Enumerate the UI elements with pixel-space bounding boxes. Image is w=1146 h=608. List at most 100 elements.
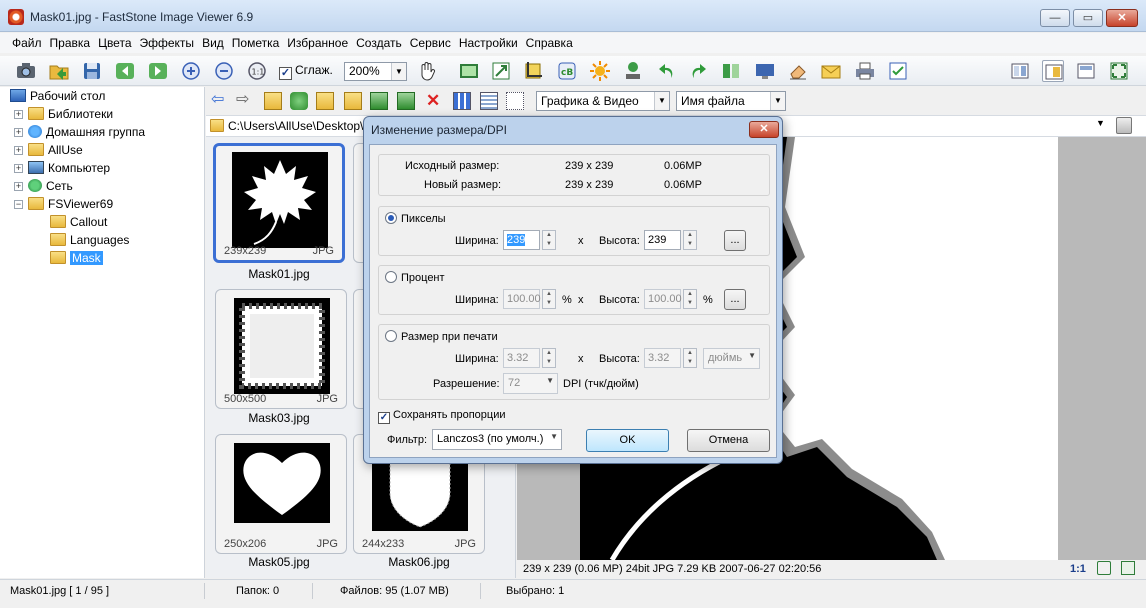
resize-icon[interactable]	[490, 60, 512, 82]
radio-unselected[interactable]	[385, 330, 397, 342]
tree-node-fsviewer69[interactable]: − FSViewer69	[14, 197, 113, 214]
menu-tag[interactable]: Пометка	[228, 33, 284, 50]
print-height-input[interactable]: 3.32	[644, 348, 681, 368]
brightness-icon[interactable]	[589, 60, 611, 82]
print-size-radio[interactable]: Размер при печати	[385, 330, 498, 343]
rotate-right-icon[interactable]	[688, 60, 710, 82]
percent-height-input[interactable]: 100.00	[644, 289, 682, 309]
fit-icon[interactable]	[1097, 561, 1111, 575]
menu-settings[interactable]: Настройки	[455, 33, 522, 50]
chevron-down-icon[interactable]: ▼	[391, 63, 406, 80]
expand-icon[interactable]: +	[14, 164, 23, 173]
expand-icon[interactable]: +	[14, 128, 23, 137]
radio-unselected[interactable]	[385, 271, 397, 283]
trash-icon[interactable]	[1116, 117, 1132, 134]
menu-file[interactable]: Файл	[0, 33, 46, 50]
rotate-left-icon[interactable]	[655, 60, 677, 82]
print-width-input[interactable]: 3.32	[503, 348, 540, 368]
next-icon[interactable]	[147, 60, 169, 82]
radio-selected[interactable]	[385, 212, 397, 224]
expand-icon[interactable]: +	[14, 182, 23, 191]
hand-tool-icon[interactable]	[416, 60, 438, 82]
tree-node-callout[interactable]: Callout	[50, 215, 107, 232]
layout-3-icon[interactable]	[1075, 60, 1097, 82]
chevron-down-icon[interactable]: ▼	[770, 92, 785, 110]
pixels-radio[interactable]: Пикселы	[385, 212, 446, 225]
menu-create[interactable]: Создать	[352, 33, 406, 50]
tree-node-desktop[interactable]: Рабочий стол	[10, 89, 105, 106]
zoom-in-icon[interactable]	[180, 60, 202, 82]
pixel-height-input[interactable]: 239	[644, 230, 681, 250]
favorites-folder-icon[interactable]	[316, 92, 334, 110]
crop-icon[interactable]	[522, 60, 544, 82]
tree-node-alluse[interactable]: + AllUse	[14, 143, 83, 160]
copy-to-icon[interactable]	[370, 92, 388, 110]
refresh-icon[interactable]	[290, 92, 308, 110]
checkbox-mark[interactable]: ✓	[279, 67, 292, 80]
layout-2-icon[interactable]	[1042, 60, 1064, 82]
batch-icon[interactable]	[887, 60, 909, 82]
eraser-icon[interactable]	[787, 60, 809, 82]
width-spinner[interactable]: ▲ ▼	[542, 348, 556, 368]
print-icon[interactable]	[854, 60, 876, 82]
tree-node-network[interactable]: + Сеть	[14, 179, 73, 196]
email-icon[interactable]	[820, 60, 842, 82]
expand-icon[interactable]: +	[14, 110, 23, 119]
print-unit-select[interactable]: дюймь ▼	[703, 348, 760, 369]
filter-select[interactable]: Lanczos3 (по умолч.) ▼	[432, 429, 562, 450]
checkbox-mark[interactable]: ✓	[378, 412, 390, 424]
width-spinner[interactable]: ▲ ▼	[542, 289, 556, 309]
smooth-checkbox[interactable]: ✓ Сглаж.	[279, 63, 333, 80]
save-icon[interactable]	[81, 60, 103, 82]
slideshow-icon[interactable]	[458, 60, 480, 82]
cancel-button[interactable]: Отмена	[687, 429, 770, 452]
menu-view[interactable]: Вид	[198, 33, 228, 50]
stamp-icon[interactable]	[622, 60, 644, 82]
thumbnails-view-icon[interactable]	[453, 92, 471, 110]
menu-favorites[interactable]: Избранное	[283, 33, 352, 50]
tree-node-languages[interactable]: Languages	[50, 233, 129, 250]
chevron-down-icon[interactable]: ▼	[654, 92, 669, 110]
fullscreen-icon[interactable]	[1108, 60, 1130, 82]
percent-radio[interactable]: Процент	[385, 271, 445, 284]
menu-colors[interactable]: Цвета	[94, 33, 135, 50]
move-to-icon[interactable]	[397, 92, 415, 110]
open-folder-icon[interactable]	[48, 60, 70, 82]
camera-icon[interactable]	[15, 60, 37, 82]
forward-arrow-icon[interactable]: ⇨	[236, 92, 254, 110]
tree-node-homegroup[interactable]: + Домашняя группа	[14, 125, 145, 142]
fullscreen-icon[interactable]	[1121, 561, 1135, 575]
collapse-icon[interactable]: −	[14, 200, 23, 209]
tree-node-libraries[interactable]: + Библиотеки	[14, 107, 113, 124]
menu-effects[interactable]: Эффекты	[136, 33, 199, 50]
chevron-down-icon[interactable]: ▼	[1096, 118, 1105, 128]
tree-node-computer[interactable]: + Компьютер	[14, 161, 110, 178]
menu-help[interactable]: Справка	[522, 33, 577, 50]
height-spinner[interactable]: ▲ ▼	[683, 230, 697, 250]
maximize-button[interactable]: ▭	[1073, 9, 1103, 27]
thumbnail-item[interactable]: 250x206 JPG	[215, 434, 347, 554]
thumbnail-item[interactable]: 500x500 JPG	[215, 289, 347, 409]
zoom-out-icon[interactable]	[213, 60, 235, 82]
resolution-select[interactable]: 72 ▼	[503, 373, 558, 394]
color-adjust-icon[interactable]: cB	[556, 60, 578, 82]
list-view-icon[interactable]	[480, 92, 498, 110]
zoom-ratio[interactable]: 1:1	[1070, 563, 1086, 575]
expand-icon[interactable]: +	[14, 146, 23, 155]
back-arrow-icon[interactable]: ⇦	[211, 92, 229, 110]
tree-node-mask[interactable]: Mask	[50, 251, 103, 268]
wallpaper-icon[interactable]	[754, 60, 776, 82]
height-spinner[interactable]: ▲ ▼	[683, 348, 697, 368]
sort-select[interactable]: Имя файла ▼	[676, 91, 786, 111]
menu-edit[interactable]: Правка	[46, 33, 95, 50]
percent-width-input[interactable]: 100.00	[503, 289, 541, 309]
flip-icon[interactable]	[720, 60, 742, 82]
menu-tools[interactable]: Сервис	[406, 33, 455, 50]
folder-up-icon[interactable]	[264, 92, 282, 110]
pixel-width-input[interactable]: 239	[503, 230, 540, 250]
keep-ratio-checkbox[interactable]: ✓ Сохранять пропорции	[378, 409, 506, 424]
file-type-filter-select[interactable]: Графика & Видео ▼	[536, 91, 670, 111]
new-folder-icon[interactable]	[344, 92, 362, 110]
percent-more-button[interactable]: ...	[724, 289, 746, 310]
dialog-close-button[interactable]: ✕	[749, 121, 779, 138]
